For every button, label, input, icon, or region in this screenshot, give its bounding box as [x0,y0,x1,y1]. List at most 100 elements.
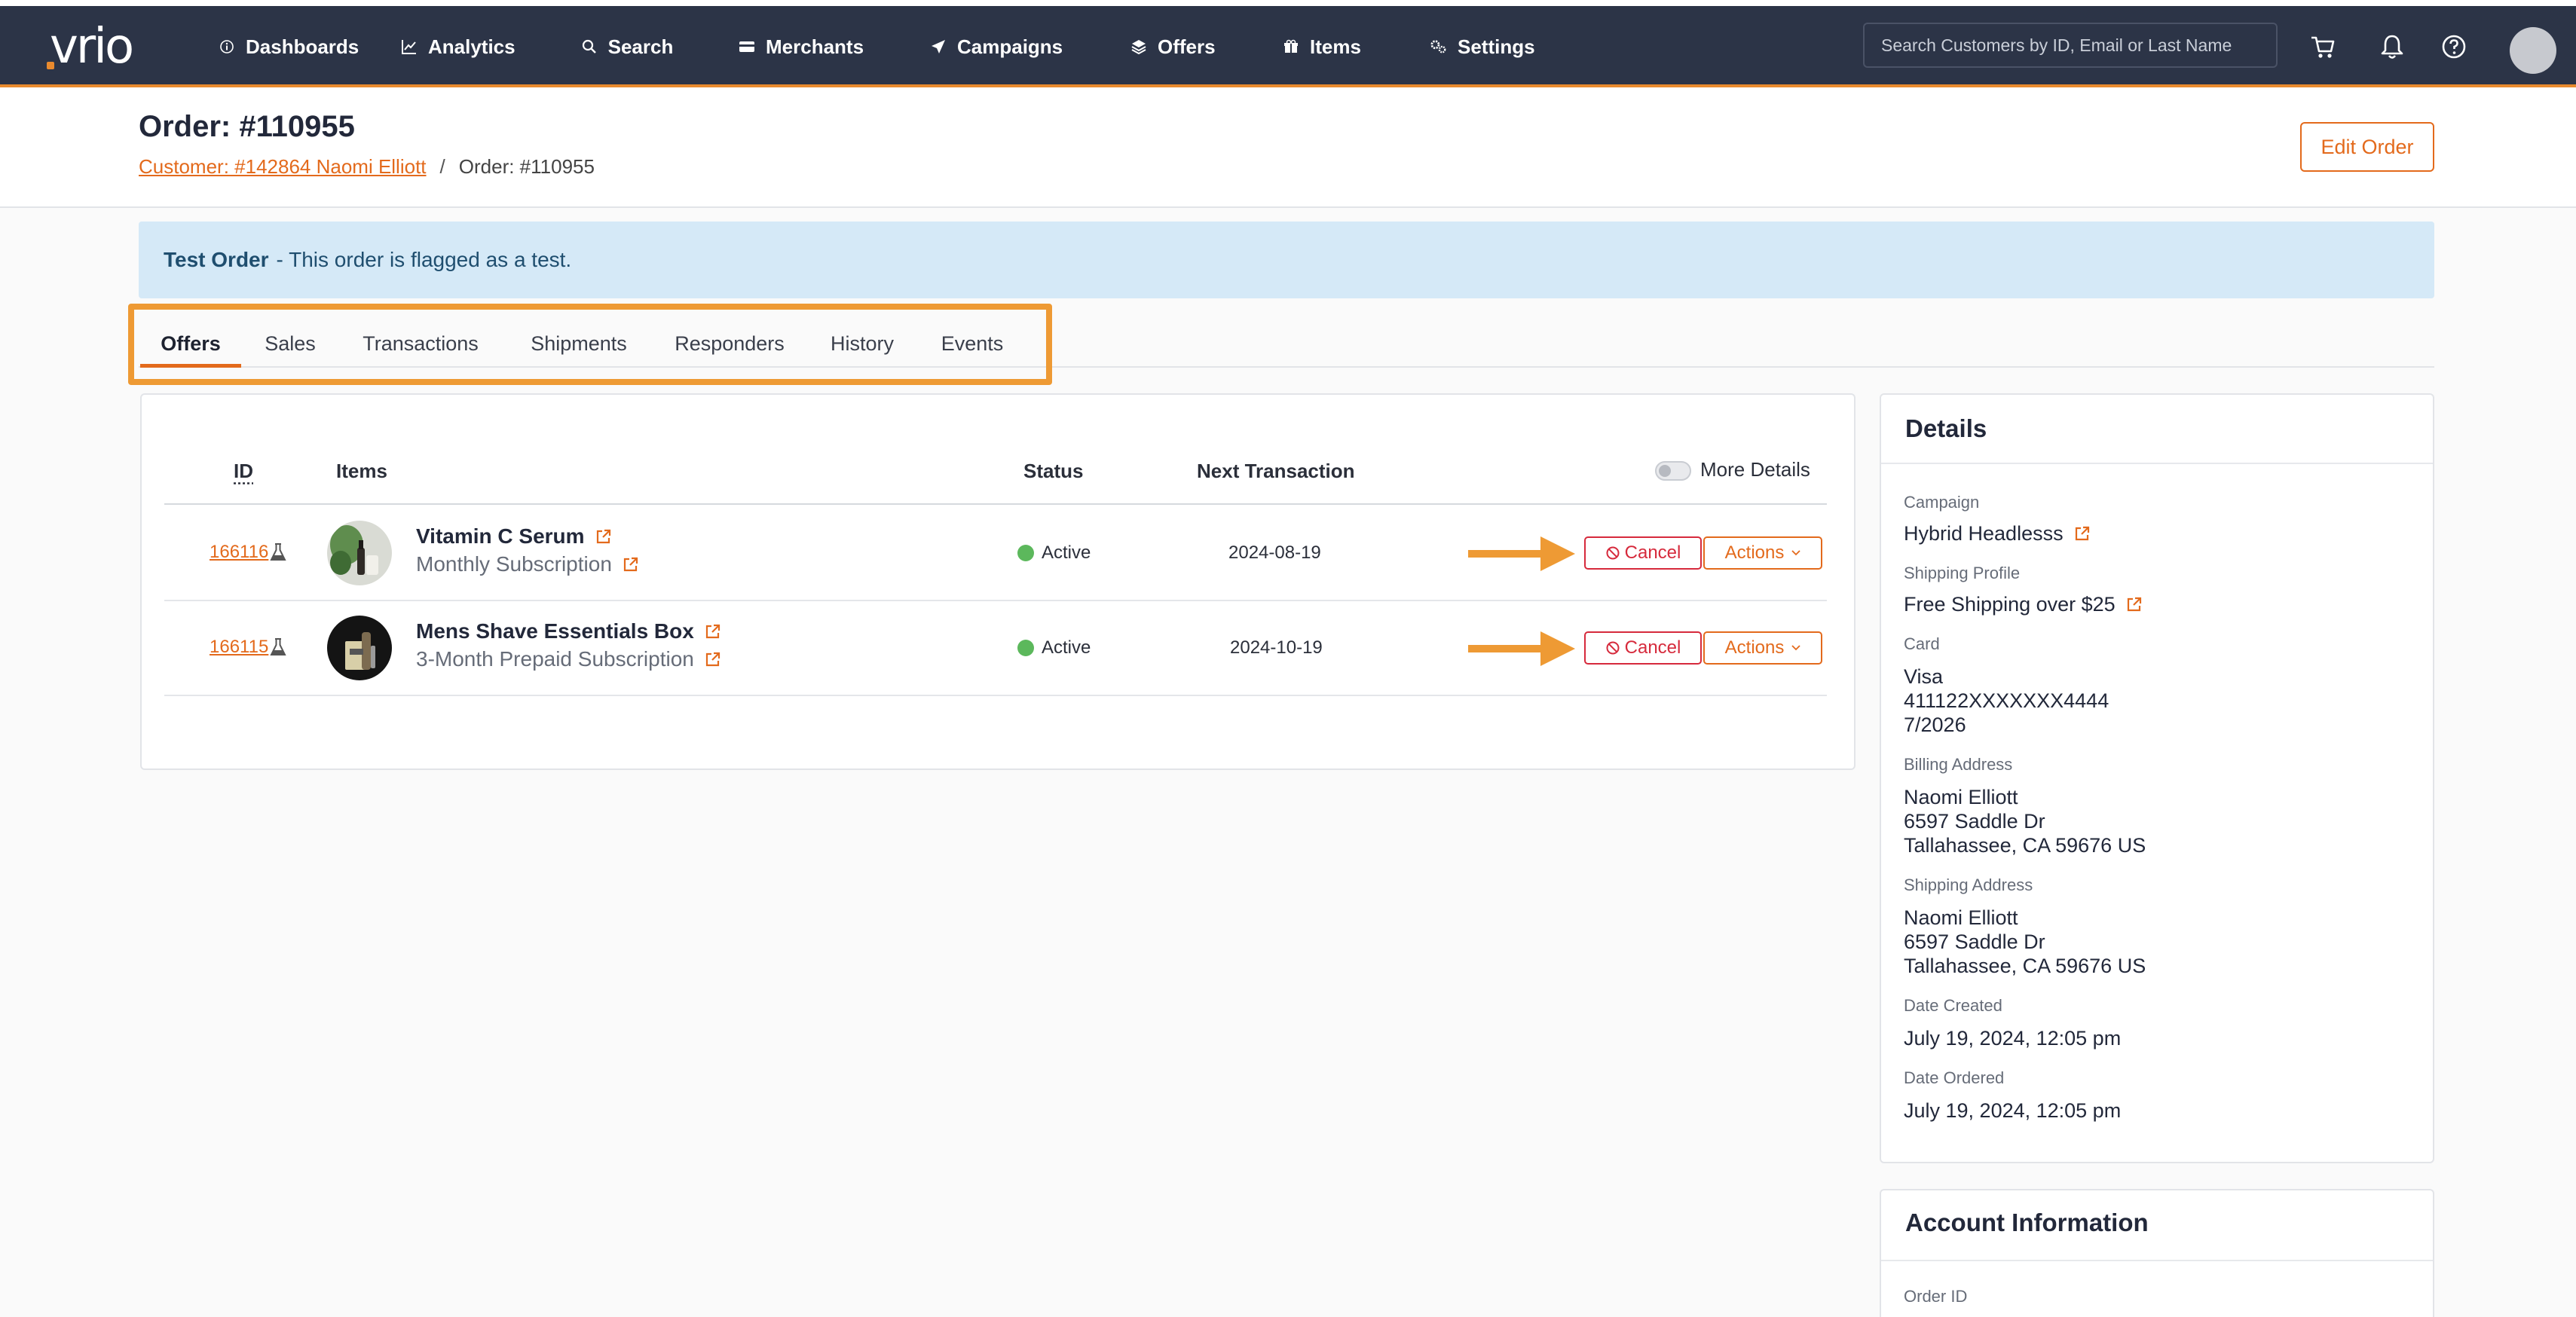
breadcrumb-separator: / [440,155,445,179]
column-header-next-transaction: Next Transaction [1197,460,1355,483]
offer-id-link[interactable]: 166116 [210,542,268,563]
bell-icon[interactable] [2379,33,2406,60]
nav-item-label: Campaigns [957,35,1063,59]
date-created-value: July 19, 2024, 12:05 pm [1904,1026,2121,1050]
vrio-logo[interactable]: vrio [50,23,132,71]
nav-item-label: Dashboards [246,35,359,59]
customer-search-input[interactable]: Search Customers by ID, Email or Last Na… [1863,23,2278,68]
external-link-icon[interactable] [2074,525,2091,542]
offers-panel [140,393,1856,770]
external-link-icon[interactable] [595,528,612,545]
billing-address-label: Billing Address [1904,755,2012,775]
item-name-text: Vitamin C Serum [416,524,585,548]
nav-item-label: Items [1310,35,1361,59]
actions-label: Actions [1725,637,1785,658]
actions-label: Actions [1725,542,1785,564]
offer-id-link[interactable]: 166115 [210,637,268,658]
actions-dropdown-button[interactable]: Actions [1703,536,1822,570]
order-id-label: Order ID [1904,1287,1967,1306]
item-name-text: Mens Shave Essentials Box [416,619,694,643]
status-badge: Active [1017,637,1091,658]
test-order-alert: Test Order - This order is flagged as a … [139,222,2434,298]
row-divider [164,695,1827,696]
subscription-text: 3-Month Prepaid Subscription [416,647,694,671]
ban-icon [1605,545,1620,561]
nav-item-search[interactable]: Search [549,6,705,87]
table-header-divider [164,503,1827,505]
nav-item-settings[interactable]: Settings [1430,6,1535,87]
cancel-label: Cancel [1625,637,1681,658]
status-dot-icon [1017,545,1034,561]
user-avatar[interactable] [2510,27,2556,74]
billing-city: Tallahassee, CA 59676 US [1904,833,2146,857]
card-label: Card [1904,634,1940,654]
nav-item-campaigns[interactable]: Campaigns [930,6,1063,87]
external-link-icon[interactable] [623,556,639,573]
nav-item-label: Merchants [766,35,864,59]
nav-item-offers[interactable]: Offers [1130,6,1216,87]
breadcrumb-current: Order: #110955 [459,155,595,179]
flask-icon [270,542,286,562]
date-ordered-value: July 19, 2024, 12:05 pm [1904,1099,2121,1123]
help-icon[interactable] [2440,33,2467,60]
card-type: Visa [1904,665,1943,689]
cancel-offer-button[interactable]: Cancel [1584,536,1702,570]
account-information-title: Account Information [1905,1209,2149,1237]
cart-icon[interactable] [2309,33,2336,60]
layers-icon [1130,38,1147,55]
campaign-label: Campaign [1904,493,1979,512]
details-title: Details [1905,414,1987,443]
next-transaction-date: 2024-10-19 [1230,637,1323,658]
nav-item-merchants[interactable]: Merchants [739,6,864,87]
external-link-icon[interactable] [705,651,721,668]
tabs-highlight-box [128,304,1052,385]
date-created-label: Date Created [1904,996,2002,1016]
shipping-profile-value: Free Shipping over $25 [1904,592,2143,616]
nav-item-label: Settings [1458,35,1535,59]
card-divider [1881,463,2433,464]
ban-icon [1605,640,1620,655]
shipping-profile-label: Shipping Profile [1904,564,2020,583]
column-header-status: Status [1023,460,1083,483]
subscription-name: Monthly Subscription [416,552,639,576]
subscription-name: 3-Month Prepaid Subscription [416,647,721,671]
chevron-down-icon [1791,645,1800,651]
alert-title: Test Order [164,248,269,272]
next-transaction-date: 2024-08-19 [1228,542,1321,564]
actions-dropdown-button[interactable]: Actions [1703,631,1822,665]
shipping-street: 6597 Saddle Dr [1904,930,2045,954]
nav-item-label: Offers [1158,35,1216,59]
campaign-value: Hybrid Headlesss [1904,521,2091,545]
shave-box-thumbnail [327,616,392,680]
external-link-icon[interactable] [2126,596,2143,613]
nav-item-label: Analytics [428,35,516,59]
vitamin-c-serum-thumbnail [327,521,392,585]
external-link-icon[interactable] [705,623,721,640]
column-header-id[interactable]: ID [234,460,253,483]
shipping-name: Naomi Elliott [1904,906,2018,930]
info-circle-icon [219,38,235,55]
nav-item-label: Search [608,35,674,59]
more-details-label: More Details [1700,458,1810,481]
search-placeholder: Search Customers by ID, Email or Last Na… [1881,35,2232,56]
billing-name: Naomi Elliott [1904,785,2018,809]
status-badge: Active [1017,542,1091,564]
date-ordered-label: Date Ordered [1904,1068,2004,1088]
edit-order-button[interactable]: Edit Order [2300,122,2434,172]
line-chart-icon [401,38,418,55]
breadcrumb-customer-link[interactable]: Customer: #142864 Naomi Elliott [139,155,427,179]
nav-item-dashboards[interactable]: Dashboards [219,6,359,87]
status-text: Active [1042,542,1091,564]
cancel-offer-button[interactable]: Cancel [1584,631,1702,665]
cancel-label: Cancel [1625,542,1681,564]
status-text: Active [1042,637,1091,658]
card-expiration: 7/2026 [1904,713,1966,737]
card-divider [1881,1260,2433,1261]
row-divider [164,600,1827,601]
alert-text: - This order is flagged as a test. [277,248,572,272]
column-header-items: Items [336,460,387,483]
top-navigation-bar: vrio Dashboards Analytics Search Merchan… [0,6,2576,87]
more-details-toggle[interactable] [1655,461,1691,481]
nav-item-items[interactable]: Items [1283,6,1361,87]
nav-item-analytics[interactable]: Analytics [401,6,516,87]
